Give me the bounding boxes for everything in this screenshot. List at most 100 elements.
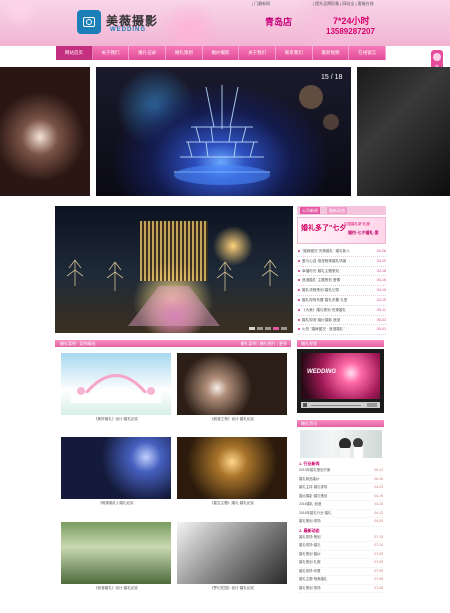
info-item[interactable]: 婚礼策划·婚纱 07-09 bbox=[299, 551, 383, 559]
news-item[interactable]: "婚嫁盛况·完美婚礼" 婚礼新人 04-26 bbox=[297, 247, 386, 257]
case-card[interactable]: 《唯美婚礼》·婚礼纪实 bbox=[61, 437, 171, 506]
hotline-label: 7*24小时 bbox=[333, 16, 370, 26]
info-item[interactable]: 婚纱摄影·婚礼策划 04-19 bbox=[299, 493, 383, 501]
info-group-heading: 2. 最新动态 bbox=[299, 527, 320, 533]
promo-subtitle: 中国婚礼新"礼服 bbox=[344, 222, 370, 226]
banner-dot-active[interactable] bbox=[273, 327, 279, 330]
glass-tower-illustration bbox=[174, 85, 339, 185]
cases-tabs: 婚礼案例 | 婚礼图片 | 更多 bbox=[240, 341, 287, 346]
case-caption[interactable]: 《星空主题》婚礼·婚礼纪实 bbox=[177, 501, 287, 506]
cases-more-link[interactable]: 更多 bbox=[279, 341, 287, 346]
nav-item-records[interactable]: 婚礼记录 bbox=[129, 46, 167, 60]
nav-item-about[interactable]: 关于我们 bbox=[93, 46, 130, 60]
video-section-title: 婚礼视频 bbox=[301, 341, 317, 346]
case-caption[interactable]: 《浪漫婚礼》设计·婚礼纪实 bbox=[61, 586, 171, 591]
main-nav: 网站首页 关于我们 婚礼记录 婚礼策划 婚纱摄影 关于我们 联系我们 最新视频 … bbox=[56, 46, 387, 60]
news-item[interactable]: 幸福时光·婚礼主题策划 04-18 bbox=[297, 267, 386, 277]
info-item[interactable]: 婚礼策划·现场 04-09 bbox=[299, 518, 383, 527]
gallery-image-left[interactable] bbox=[0, 67, 90, 196]
info-photo[interactable] bbox=[300, 430, 382, 458]
case-caption[interactable]: 《唯美婚礼》·婚礼纪实 bbox=[61, 501, 171, 506]
photo-gallery: 15 / 18 bbox=[0, 67, 450, 196]
brand-subtitle: WEDDING bbox=[110, 27, 146, 33]
top-links-right[interactable]: | 提升品牌形象 | 网站全 | 客服在线 bbox=[313, 1, 374, 7]
nav-item-video[interactable]: 最新视频 bbox=[313, 46, 350, 60]
play-icon[interactable] bbox=[303, 403, 307, 407]
gallery-image-right[interactable] bbox=[357, 67, 450, 196]
video-overlay-text: WEDDING bbox=[307, 369, 336, 375]
info-section-header: 婚礼资讯 bbox=[297, 420, 384, 427]
banner-dot[interactable] bbox=[265, 327, 271, 330]
video-controls[interactable] bbox=[301, 402, 380, 408]
tab-latest[interactable]: 最新动态 bbox=[327, 207, 347, 214]
header: 美薇摄影 WEDDING | 门最新网 | 提升品牌形象 | 网站全 | 客服在… bbox=[0, 0, 450, 46]
case-image[interactable] bbox=[177, 353, 287, 415]
news-item[interactable]: 婚礼现场布置·婚礼布置 礼堂 04-15 bbox=[297, 296, 386, 306]
case-image[interactable] bbox=[177, 437, 287, 499]
case-image[interactable] bbox=[61, 353, 171, 415]
cases-section-header: 婚礼案例 · 案例精选 婚礼案例 | 婚礼图片 | 更多 bbox=[55, 340, 291, 347]
case-caption[interactable]: 《美好婚礼》设计·婚礼纪实 bbox=[61, 417, 171, 422]
info-list: 1. 行业新闻 2013年婚礼策划方案 09-12 婚礼精品婚纱 06-26 婚礼主… bbox=[299, 460, 383, 593]
banner-dot[interactable] bbox=[281, 327, 287, 330]
info-item[interactable]: 婚礼策划·现场 07-08 bbox=[299, 585, 383, 593]
case-card[interactable]: 《星空主题》婚礼·婚礼纪实 bbox=[177, 437, 287, 506]
case-caption[interactable]: 《梦幻花园》设计·婚礼纪实 bbox=[177, 586, 287, 591]
news-item[interactable]: 婚礼流程策划·婚礼记录 04-15 bbox=[297, 286, 386, 296]
gallery-counter: 15 / 18 bbox=[321, 74, 343, 81]
store-name: 青岛店 bbox=[265, 17, 293, 27]
info-item[interactable]: 2013年婚礼策划方案 09-12 bbox=[299, 467, 383, 476]
nav-item-about-2[interactable]: 关于我们 bbox=[239, 46, 277, 60]
news-item[interactable]: 火热 "婚嫁盛况 · 浪漫婚礼" 05-01 bbox=[297, 325, 386, 336]
info-item[interactable]: 2016婚礼·浪漫 04-16 bbox=[299, 501, 383, 510]
cases-tab[interactable]: 婚礼图片 bbox=[260, 341, 276, 346]
info-section-title: 婚礼资讯 bbox=[301, 421, 317, 426]
main-banner-image[interactable] bbox=[55, 206, 293, 333]
news-item[interactable]: 婚礼现场·婚纱摄影 浪漫 05-03 bbox=[297, 316, 386, 326]
case-image[interactable] bbox=[61, 437, 171, 499]
info-item[interactable]: 婚礼现场·布置 07-09 bbox=[299, 568, 383, 576]
banner-dot[interactable] bbox=[257, 327, 263, 330]
cases-section-title: 婚礼案例 · 案例精选 bbox=[60, 341, 96, 346]
case-card[interactable]: 《梦幻花园》设计·婚礼纪实 bbox=[177, 522, 287, 591]
page: 美薇摄影 WEDDING | 门最新网 | 提升品牌形象 | 网站全 | 客服在… bbox=[0, 0, 450, 613]
info-item[interactable]: 婚礼现场·婚礼 07-14 bbox=[299, 542, 383, 551]
nav-item-photo[interactable]: 婚纱摄影 bbox=[203, 46, 240, 60]
info-item[interactable]: 婚礼主题·唯美婚礼 07-08 bbox=[299, 576, 383, 585]
video-screen[interactable]: WEDDING bbox=[301, 353, 380, 399]
news-list: "婚嫁盛况·完美婚礼" 婚礼新人 04-26 爱与心连·浪漫唯美婚礼场景 04-20… bbox=[297, 247, 386, 336]
info-item[interactable]: 婚礼策划·礼服 07-09 bbox=[299, 559, 383, 568]
video-progress-bar[interactable] bbox=[311, 404, 361, 406]
news-item[interactable]: 爱与心连·浪漫唯美婚礼场景 04-20 bbox=[297, 257, 386, 267]
info-group-heading: 1. 行业新闻 bbox=[299, 461, 320, 466]
cases-tab[interactable]: 婚礼案例 bbox=[240, 341, 256, 346]
info-item[interactable]: 婚礼精品婚纱 06-26 bbox=[299, 476, 383, 484]
news-tabs: 公司新闻 最新动态 bbox=[297, 206, 386, 215]
case-caption[interactable]: 《浪漫之夜》设计·婚礼纪实 bbox=[177, 417, 287, 422]
promo-banner[interactable]: 婚礼多了"七夕 中国婚礼新"礼服 婚约·七夕婚礼·爱 bbox=[297, 217, 386, 244]
video-player[interactable]: WEDDING bbox=[297, 349, 384, 413]
case-card[interactable]: 《美好婚礼》设计·婚礼纪实 bbox=[61, 353, 171, 422]
volume-icon[interactable] bbox=[367, 403, 377, 407]
lit-trees-illustration bbox=[66, 259, 279, 326]
nav-item-planning[interactable]: 婚礼策划 bbox=[166, 46, 203, 60]
nav-item-message[interactable]: 在线留言 bbox=[349, 46, 387, 60]
news-item[interactable]: 浪漫婚礼·主题策划 爱情 04-16 bbox=[297, 276, 386, 287]
gallery-image-center[interactable]: 15 / 18 bbox=[96, 67, 351, 196]
tab-company-news[interactable]: 公司新闻 bbox=[300, 207, 320, 214]
info-item[interactable]: 婚礼现场·策划 07-15 bbox=[299, 534, 383, 542]
top-link[interactable]: | 门最新网 bbox=[252, 1, 270, 7]
case-card[interactable]: 《浪漫婚礼》设计·婚礼纪实 bbox=[61, 522, 171, 591]
video-section-header: 婚礼视频 bbox=[297, 340, 384, 347]
camera-logo-icon[interactable] bbox=[77, 10, 101, 34]
nav-item-home[interactable]: 网站首页 bbox=[56, 46, 93, 60]
news-item[interactable]: 《大美》婚礼策划 完美婚礼 05-11 bbox=[297, 306, 386, 316]
case-image[interactable] bbox=[177, 522, 287, 584]
case-image[interactable] bbox=[61, 522, 171, 584]
nav-item-contact[interactable]: 联系我们 bbox=[276, 46, 313, 60]
info-item[interactable]: 2016年婚礼行业·婚礼 04-12 bbox=[299, 510, 383, 518]
info-item[interactable]: 婚礼主持·婚礼现场 04-23 bbox=[299, 484, 383, 493]
hotline-number: 13589287207 bbox=[326, 27, 375, 36]
banner-dot[interactable] bbox=[249, 327, 255, 330]
case-card[interactable]: 《浪漫之夜》设计·婚礼纪实 bbox=[177, 353, 287, 422]
